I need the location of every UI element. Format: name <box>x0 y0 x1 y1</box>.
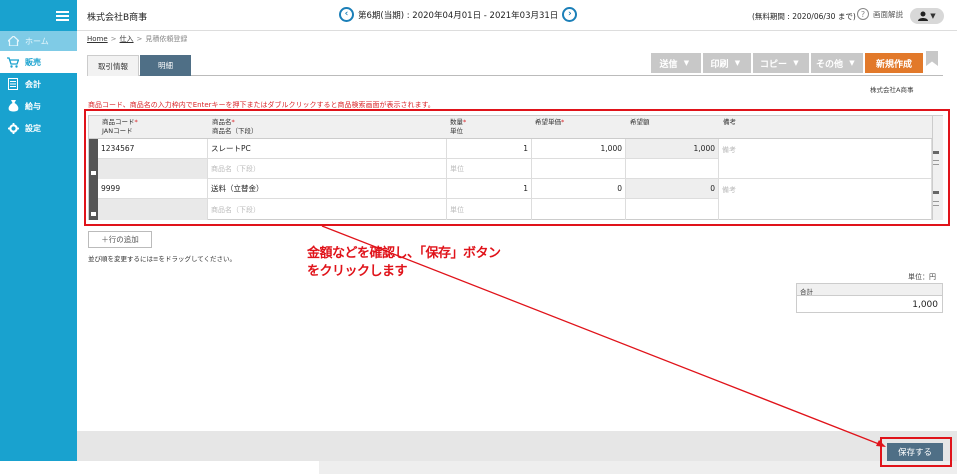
table-highlight-frame <box>84 109 950 226</box>
sidebar-top <box>0 0 77 31</box>
print-button-label: 印刷 <box>710 59 729 70</box>
sidebar-item-accounting[interactable]: 会計 <box>0 73 77 95</box>
sidebar-item-payroll[interactable]: 給与 <box>0 95 77 117</box>
total-value: 1,000 <box>912 300 938 310</box>
sidebar-item-settings[interactable]: 設定 <box>0 117 77 139</box>
tab-details[interactable]: 明細 <box>140 55 191 76</box>
tab-transaction-info[interactable]: 取引情報 <box>87 55 139 76</box>
user-menu-button[interactable]: ▼ <box>910 8 944 24</box>
send-button[interactable]: 送信 ▼ <box>651 53 701 73</box>
breadcrumb: Home > 仕入 > 見積依頼登録 <box>87 34 187 44</box>
ledger-icon <box>7 78 19 90</box>
currency-unit-label: 単位：円 <box>908 273 936 281</box>
question-icon: ? <box>857 8 869 20</box>
sidebar-item-label: ホーム <box>25 36 49 46</box>
company-name: 株式会社B商事 <box>87 13 148 23</box>
home-icon <box>7 35 19 47</box>
footer-bar <box>77 431 957 461</box>
copy-button-label: コピー <box>759 59 787 70</box>
sidebar-item-home[interactable]: ホーム <box>0 31 77 51</box>
prev-period-icon[interactable]: ‹ <box>339 7 354 22</box>
action-toolbar: 送信 ▼ 印刷 ▼ コピー ▼ その他 ▼ 新規作成 <box>651 53 923 73</box>
chevron-down-icon: ▼ <box>930 12 936 20</box>
breadcrumb-separator: > <box>136 35 143 43</box>
breadcrumb-separator: > <box>110 35 117 43</box>
new-button[interactable]: 新規作成 <box>865 53 923 73</box>
instruction-callout: 金額などを確認し、「保存」ボタン をクリックします <box>307 245 501 281</box>
gear-icon <box>7 122 19 134</box>
breadcrumb-home[interactable]: Home <box>87 35 108 43</box>
drag-order-note: 並び順を変更するには≡をドラッグしてください。 <box>88 255 237 263</box>
other-button[interactable]: その他 ▼ <box>811 53 863 73</box>
top-header: 株式会社B商事 ‹ 第6期(当期) : 2020年04月01日 - 2021年0… <box>77 0 957 31</box>
sidebar: ホーム 販売 会計 給与 設定 <box>0 0 77 461</box>
help-label: 画面解説 <box>873 9 903 19</box>
total-label: 合計 <box>797 284 942 296</box>
print-button[interactable]: 印刷 ▼ <box>703 53 751 73</box>
chevron-down-icon: ▼ <box>683 59 690 67</box>
sidebar-item-sales[interactable]: 販売 <box>0 51 77 73</box>
sidebar-item-label: 設定 <box>25 123 41 133</box>
cart-icon <box>7 56 19 68</box>
fiscal-period-selector: ‹ 第6期(当期) : 2020年04月01日 - 2021年03月31日 › <box>339 7 578 22</box>
chevron-down-icon: ▼ <box>734 59 741 67</box>
footer-strip <box>319 461 957 474</box>
breadcrumb-purchase[interactable]: 仕入 <box>120 35 134 43</box>
total-summary: 合計 1,000 <box>796 283 943 313</box>
counterparty-name: 株式会社A商事 <box>870 86 914 94</box>
user-icon <box>918 11 929 21</box>
copy-button[interactable]: コピー ▼ <box>753 53 809 73</box>
callout-line-2: をクリックします <box>307 264 408 279</box>
callout-line-1: 金額などを確認し、「保存」ボタン <box>307 246 501 261</box>
save-highlight-frame <box>880 437 952 467</box>
send-button-label: 送信 <box>659 59 678 70</box>
chevron-down-icon: ▼ <box>849 59 855 67</box>
next-period-icon[interactable]: › <box>562 7 578 22</box>
help-link[interactable]: ? 画面解説 <box>857 8 903 20</box>
breadcrumb-current: 見積依頼登録 <box>145 35 188 43</box>
sidebar-item-label: 会計 <box>25 79 41 89</box>
other-button-label: その他 <box>815 59 843 70</box>
sidebar-item-label: 給与 <box>25 101 41 111</box>
money-bag-icon <box>7 100 19 112</box>
fiscal-period-label: 第6期(当期) : 2020年04月01日 - 2021年03月31日 <box>358 10 559 21</box>
chevron-down-icon: ▼ <box>793 59 799 67</box>
add-row-button[interactable]: ＋行の追加 <box>88 231 152 248</box>
sidebar-item-label: 販売 <box>25 57 41 67</box>
trial-period-text: (無料期間 : 2020/06/30 まで) <box>752 12 856 21</box>
menu-icon[interactable] <box>56 10 69 21</box>
